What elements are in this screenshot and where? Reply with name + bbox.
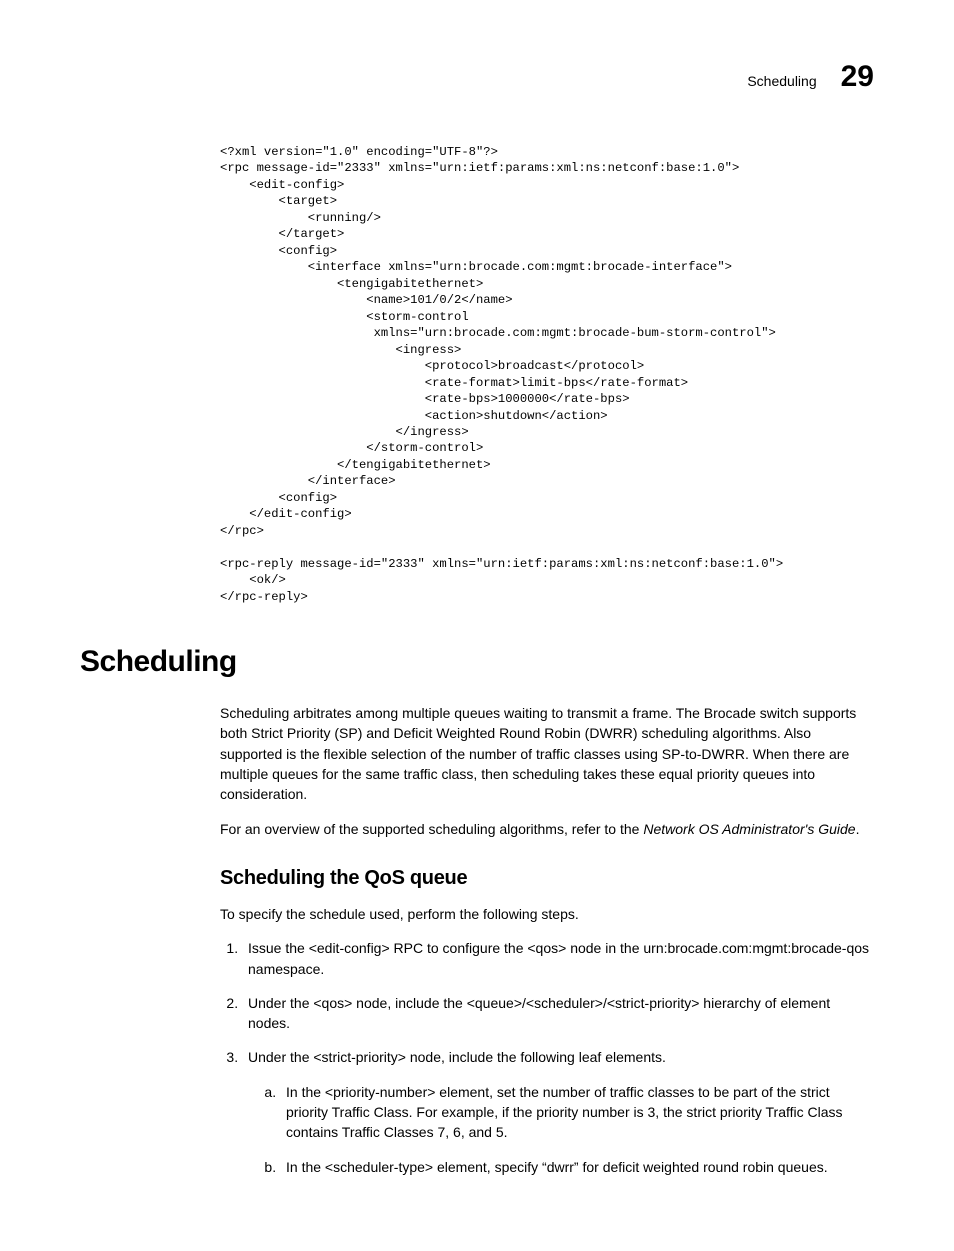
paragraph: Scheduling arbitrates among multiple que… [220,703,874,804]
section-title: Scheduling [80,645,874,679]
code-listing: <?xml version="1.0" encoding="UTF-8"?> <… [220,144,874,605]
list-item: Under the <qos> node, include the <queue… [242,993,874,1034]
list-item-text: Under the <strict-priority> node, includ… [248,1049,666,1065]
text-run: . [856,821,860,837]
ordered-list-sub: In the <priority-number> element, set th… [248,1082,874,1177]
section-body: Scheduling arbitrates among multiple que… [220,703,874,1177]
running-head: Scheduling [747,73,816,89]
ordered-list: Issue the <edit-config> RPC to configure… [220,938,874,1177]
subsection-title: Scheduling the QoS queue [220,867,874,890]
page-header: Scheduling 29 [80,60,874,94]
reference-title: Network OS Administrator's Guide [643,821,855,837]
paragraph: For an overview of the supported schedul… [220,819,874,839]
list-item: In the <scheduler-type> element, specify… [280,1157,874,1177]
paragraph: To specify the schedule used, perform th… [220,904,874,924]
list-item: In the <priority-number> element, set th… [280,1082,874,1143]
list-item: Under the <strict-priority> node, includ… [242,1047,874,1176]
list-item: Issue the <edit-config> RPC to configure… [242,938,874,979]
page: Scheduling 29 <?xml version="1.0" encodi… [0,0,954,1251]
text-run: For an overview of the supported schedul… [220,821,643,837]
chapter-number: 29 [841,60,874,94]
